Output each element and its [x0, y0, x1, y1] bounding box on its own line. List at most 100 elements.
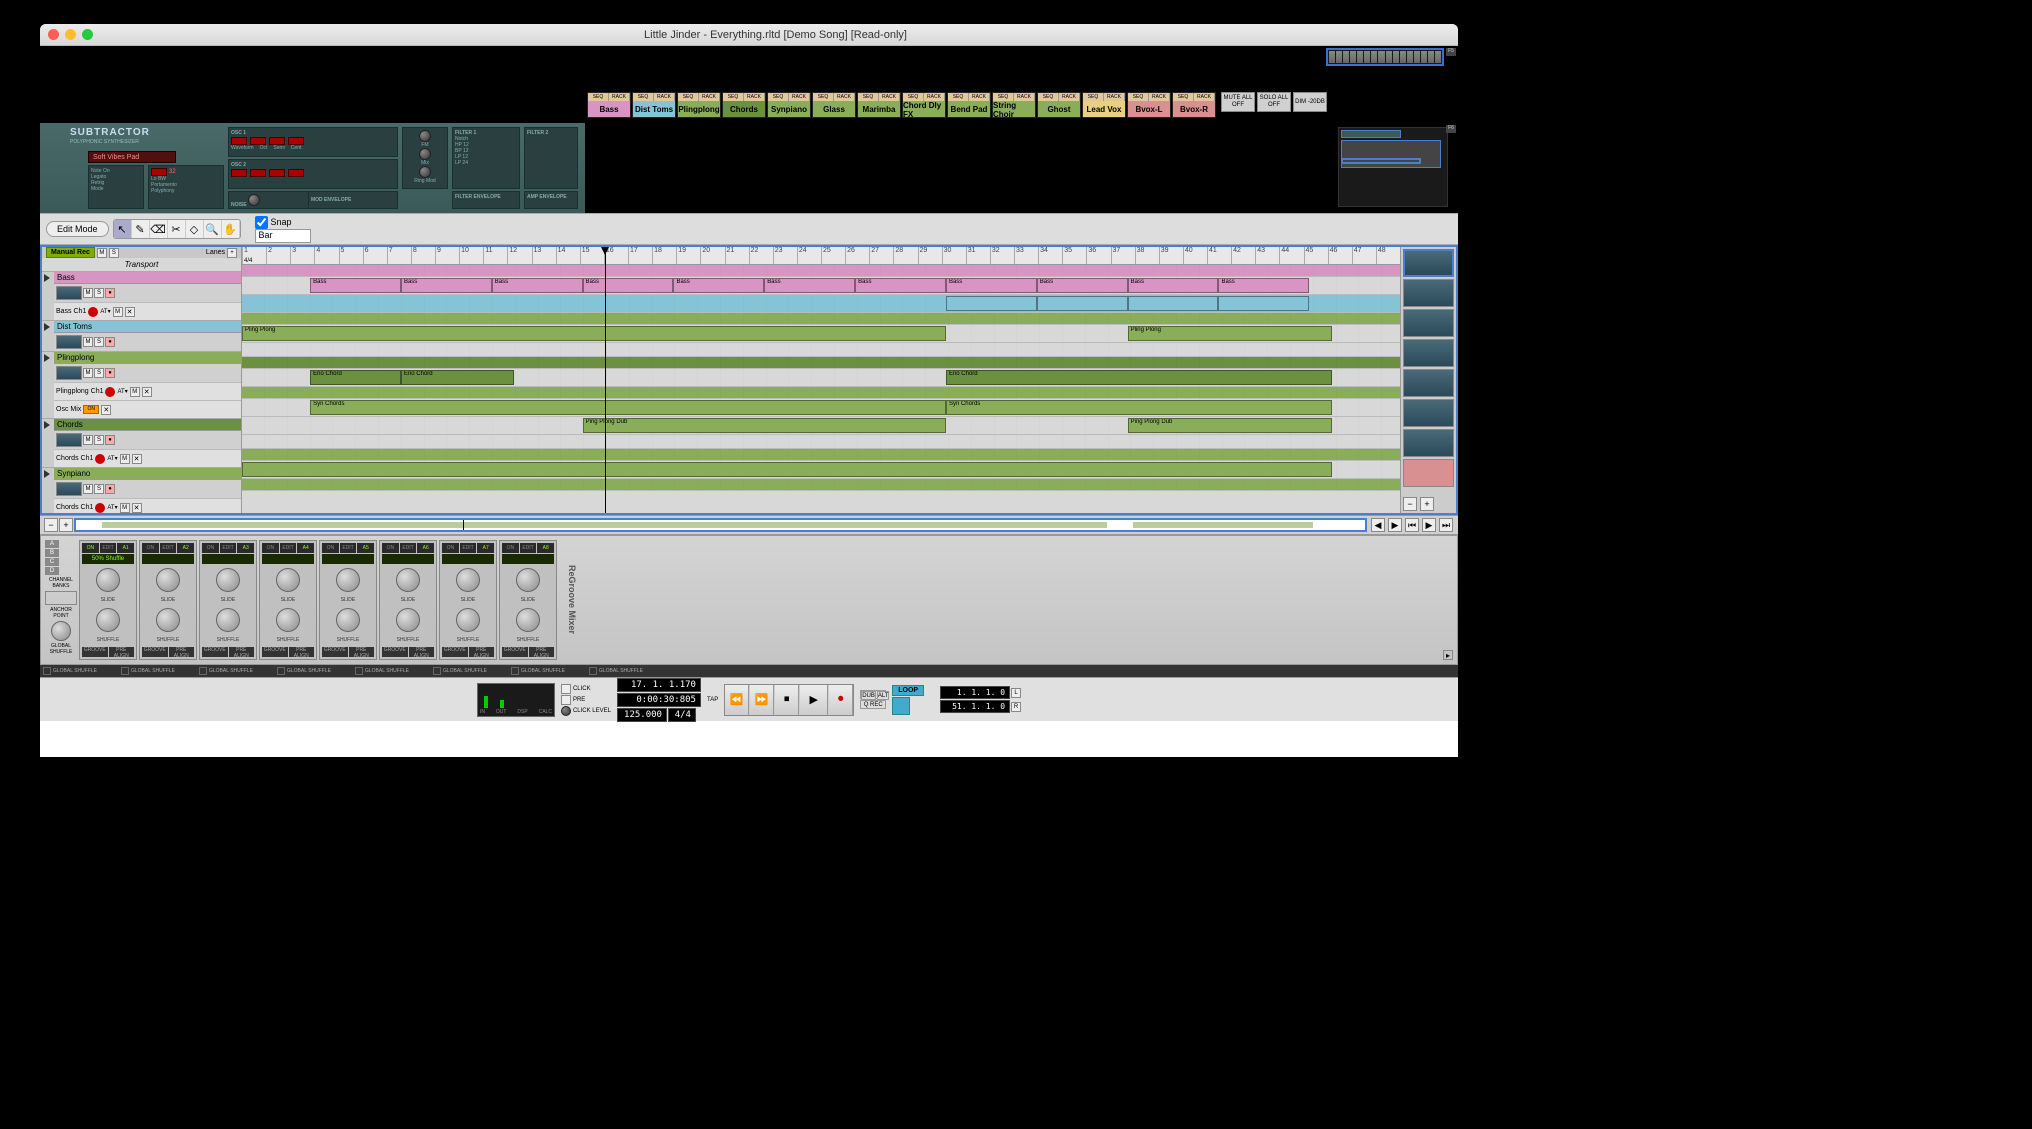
forward-button[interactable]: ⏩ [750, 685, 774, 715]
mixer-channel-bass[interactable]: SEQRACKBass [587, 92, 631, 118]
bar-tick[interactable]: 24 [797, 247, 821, 264]
track-mute-button[interactable]: M [83, 435, 93, 445]
track-expand-icon[interactable] [44, 323, 50, 331]
track-expand-icon[interactable] [44, 470, 50, 478]
bar-tick[interactable]: 42 [1231, 247, 1255, 264]
mixer-channel-synpiano[interactable]: SEQRACKSynpiano [767, 92, 811, 118]
bar-tick[interactable]: 26 [845, 247, 869, 264]
groove-slot-button[interactable]: GROOVE [82, 647, 108, 657]
qrec-button[interactable]: Q REC [860, 700, 886, 709]
click-level-knob[interactable] [561, 706, 571, 716]
timesig-display[interactable]: 4/4 [668, 708, 696, 722]
lane-rec-button[interactable] [105, 387, 115, 397]
playhead[interactable] [605, 247, 606, 513]
bar-tick[interactable]: 23 [773, 247, 797, 264]
loop-button[interactable]: LOOP [892, 685, 924, 696]
bank-a-button[interactable]: A [45, 540, 59, 548]
track-mute-button[interactable]: M [83, 288, 93, 298]
dub-button[interactable]: DUB [861, 691, 876, 700]
clip[interactable] [946, 296, 1037, 311]
noise-knob[interactable] [248, 194, 260, 206]
bar-tick[interactable]: 4 [314, 247, 338, 264]
bar-tick[interactable]: 47 [1352, 247, 1376, 264]
track-name[interactable]: Dist Toms [54, 321, 241, 333]
osc1-cent-display[interactable] [288, 137, 304, 145]
bar-tick[interactable]: 6 [363, 247, 387, 264]
stop-button[interactable]: ⏹ [775, 685, 799, 715]
groove-edit-button[interactable]: EDIT [280, 543, 297, 553]
device-thumb[interactable] [1403, 249, 1454, 277]
groove-edit-button[interactable]: EDIT [160, 543, 177, 553]
groove-slot-button[interactable]: GROOVE [142, 647, 168, 657]
snap-checkbox[interactable] [255, 216, 268, 229]
track-mute-button[interactable]: M [83, 337, 93, 347]
alt-button[interactable]: ALT [877, 691, 890, 700]
clip-lane[interactable]: Pling PlongPling Plong [242, 325, 1400, 343]
note-lane[interactable]: Chords Ch1AT▾M✕ [54, 449, 241, 467]
groove-edit-button[interactable]: EDIT [340, 543, 357, 553]
bar-tick[interactable]: 34 [1038, 247, 1062, 264]
groove-channel-a3[interactable]: ONEDITA3SLIDESHUFFLEGROOVEPRE ALIGN [199, 540, 257, 660]
nav-right-icon[interactable]: ▶ [1388, 518, 1402, 532]
pre-align-button[interactable]: PRE ALIGN [289, 647, 315, 657]
gs-checkbox[interactable] [43, 667, 51, 675]
bar-tick[interactable]: 7 [387, 247, 411, 264]
track-mute-button[interactable]: M [83, 368, 93, 378]
device-thumb-icon[interactable] [56, 366, 82, 380]
pre-align-button[interactable]: PRE ALIGN [169, 647, 195, 657]
pointer-tool[interactable]: ↖ [114, 220, 132, 238]
shuffle-knob[interactable] [336, 608, 360, 632]
goto-end-icon[interactable]: ⏭ [1439, 518, 1453, 532]
groove-slot-button[interactable]: GROOVE [202, 647, 228, 657]
clip[interactable] [1037, 296, 1128, 311]
clip-lane[interactable] [242, 313, 1400, 325]
right-locator[interactable]: 51. 1. 1. 0 [940, 700, 1010, 713]
clip[interactable]: Bass [946, 278, 1037, 293]
expand-icon[interactable]: ▸ [1443, 650, 1453, 660]
track-name[interactable]: Chords [54, 419, 241, 431]
bar-tick[interactable]: 14 [556, 247, 580, 264]
clip-lane[interactable] [242, 461, 1400, 479]
mute-tool[interactable]: ◇ [186, 220, 204, 238]
groove-channel-a8[interactable]: ONEDITA8SLIDESHUFFLEGROOVEPRE ALIGN [499, 540, 557, 660]
eraser-tool[interactable]: ⌫ [150, 220, 168, 238]
bar-tick[interactable]: 11 [483, 247, 507, 264]
device-thumb[interactable] [1403, 459, 1454, 487]
device-thumb-icon[interactable] [56, 335, 82, 349]
track-chords[interactable]: ChordsMS●Chords Ch1AT▾M✕ [42, 419, 241, 468]
track-rec-button[interactable]: ● [105, 484, 115, 494]
track-mute-button[interactable]: M [83, 484, 93, 494]
clip[interactable]: Ping Plong Dub [583, 418, 946, 433]
zoom-out-vert-icon[interactable]: − [1403, 497, 1417, 511]
bar-tick[interactable]: 38 [1135, 247, 1159, 264]
note-lane[interactable]: Bass Ch1AT▾M✕ [54, 302, 241, 320]
automation-lane[interactable]: Osc MixON✕ [54, 400, 241, 418]
bar-tick[interactable]: 31 [966, 247, 990, 264]
groove-slot-button[interactable]: GROOVE [502, 647, 528, 657]
clip-lane[interactable] [242, 265, 1400, 277]
mixer-channel-bend-pad[interactable]: SEQRACKBend Pad [947, 92, 991, 118]
bar-tick[interactable]: 5 [339, 247, 363, 264]
bar-tick[interactable]: 40 [1183, 247, 1207, 264]
lane-rec-button[interactable] [88, 307, 98, 317]
clip-lane[interactable] [242, 479, 1400, 491]
mixer-channel-lead-vox[interactable]: SEQRACKLead Vox [1082, 92, 1126, 118]
bar-tick[interactable]: 43 [1255, 247, 1279, 264]
track-synpiano[interactable]: SynpianoMS●Chords Ch1AT▾M✕Lane 2AT▾M✕Fil… [42, 468, 241, 513]
track-expand-icon[interactable] [44, 274, 50, 282]
global-shuffle-knob[interactable] [51, 621, 71, 641]
note-lane[interactable]: Plingplong Ch1AT▾M✕ [54, 382, 241, 400]
razor-tool[interactable]: ✂ [168, 220, 186, 238]
groove-on-button[interactable]: ON [382, 543, 399, 553]
track-expand-icon[interactable] [44, 421, 50, 429]
track-solo-button[interactable]: S [94, 484, 104, 494]
clip-lane[interactable] [242, 357, 1400, 369]
f6-key[interactable]: F6 [1446, 125, 1456, 133]
goto-start-icon[interactable]: ⏮ [1405, 518, 1419, 532]
bar-tick[interactable]: 22 [749, 247, 773, 264]
groove-channel-a6[interactable]: ONEDITA6SLIDESHUFFLEGROOVEPRE ALIGN [379, 540, 437, 660]
position-display[interactable]: 17. 1. 1.170 [617, 678, 701, 692]
clip[interactable]: Pling Plong [242, 326, 946, 341]
bar-tick[interactable]: 29 [918, 247, 942, 264]
track-solo-button[interactable]: S [94, 435, 104, 445]
